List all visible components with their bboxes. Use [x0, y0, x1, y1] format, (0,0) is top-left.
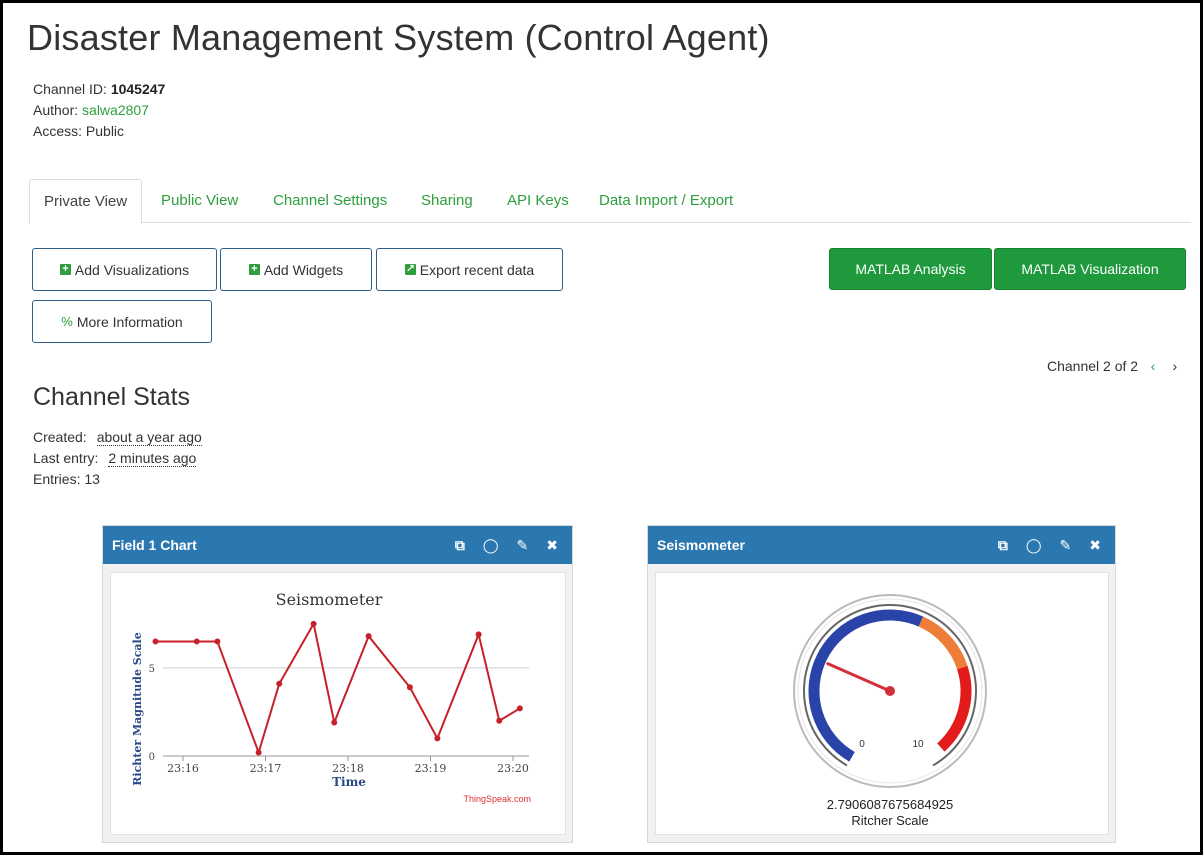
- seismometer-gauge-widget: Seismometer ⧉ ◯ ✎ ✖ 0 10 2.7906087675684…: [647, 525, 1116, 843]
- link-icon: %: [61, 314, 73, 329]
- author-link[interactable]: salwa2807: [82, 102, 149, 118]
- tab-sharing[interactable]: Sharing: [407, 179, 487, 223]
- tab-public-view[interactable]: Public View: [147, 179, 252, 223]
- close-icon[interactable]: ✖: [1089, 538, 1101, 552]
- field-chart-widget: Field 1 Chart ⧉ ◯ ✎ ✖ Seismometer Richte…: [102, 525, 573, 843]
- export-recent-data-button[interactable]: ↗ Export recent data: [376, 248, 563, 291]
- channel-stats-title: Channel Stats: [33, 383, 191, 411]
- seismometer-line-chart: Seismometer Richter Magnitude Scale Time…: [131, 590, 531, 804]
- chart-credit[interactable]: ThingSpeak.com: [463, 794, 531, 804]
- chart-y-tick-label: 5: [149, 664, 155, 675]
- gauge-value-text: 2.7906087675684925: [827, 797, 954, 812]
- entries-label: Entries:: [33, 471, 81, 487]
- created-label: Created:: [33, 429, 87, 445]
- matlab-visualization-button[interactable]: MATLAB Visualization: [994, 248, 1186, 290]
- chart-y-tick-label: 0: [149, 752, 155, 763]
- chart-point[interactable]: [365, 633, 372, 640]
- channel-pagination-text: Channel 2 of 2: [1047, 358, 1139, 374]
- last-entry-value: 2 minutes ago: [108, 450, 197, 467]
- chart-x-tick-label: 23:20: [497, 762, 529, 775]
- chart-point[interactable]: [255, 749, 262, 756]
- chart-point[interactable]: [276, 680, 283, 687]
- chart-x-tick-label: 23:18: [332, 762, 364, 775]
- plus-square-icon: +: [59, 264, 71, 275]
- gauge-unit-text: Ritcher Scale: [851, 813, 928, 828]
- add-widgets-button[interactable]: + Add Widgets: [220, 248, 372, 291]
- channel-id-value: 1045247: [110, 81, 166, 97]
- chart-y-axis-label: Richter Magnitude Scale: [131, 632, 144, 785]
- chevron-left-icon[interactable]: ‹: [1146, 358, 1160, 374]
- gauge-max-label: 10: [912, 739, 924, 750]
- pencil-icon[interactable]: ✎: [1060, 538, 1072, 552]
- add-visualizations-button[interactable]: + Add Visualizations: [32, 248, 217, 291]
- channel-tabs: Private View Public View Channel Setting…: [29, 179, 1191, 224]
- chart-point[interactable]: [331, 719, 338, 726]
- chart-point[interactable]: [193, 638, 200, 645]
- chart-x-tick-label: 23:19: [415, 762, 447, 775]
- chart-point[interactable]: [406, 684, 413, 691]
- widget-header: Field 1 Chart ⧉ ◯ ✎ ✖: [103, 526, 572, 564]
- chart-series-line: [155, 621, 521, 756]
- tab-data-import-export[interactable]: Data Import / Export: [585, 179, 747, 223]
- entries-value: 13: [84, 471, 100, 487]
- chart-point[interactable]: [214, 638, 221, 645]
- gauge-min-label: 0: [859, 739, 865, 750]
- external-link-icon[interactable]: ⧉: [998, 538, 1008, 552]
- chart-point[interactable]: [152, 638, 159, 645]
- channel-pagination: Channel 2 of 2 ‹ ›: [1047, 358, 1182, 374]
- chart-x-tick-label: 23:17: [250, 762, 282, 775]
- export-icon: ↗: [404, 263, 416, 275]
- pencil-icon[interactable]: ✎: [517, 538, 529, 552]
- chevron-right-icon[interactable]: ›: [1168, 358, 1182, 374]
- widget-title: Field 1 Chart: [112, 537, 197, 553]
- channel-meta: Channel ID: 1045247 Author: salwa2807 Ac…: [33, 79, 165, 142]
- comment-icon[interactable]: ◯: [483, 538, 499, 552]
- matlab-analysis-button[interactable]: MATLAB Analysis: [829, 248, 992, 290]
- page-title: Disaster Management System (Control Agen…: [27, 17, 770, 58]
- chart-title: Seismometer: [276, 590, 383, 609]
- gauge-area: 0 10 2.7906087675684925 Ritcher Scale: [655, 572, 1109, 835]
- chart-point[interactable]: [434, 735, 441, 742]
- access-label: Access:: [33, 123, 83, 139]
- chart-point[interactable]: [475, 631, 482, 638]
- chart-area: Seismometer Richter Magnitude Scale Time…: [110, 572, 566, 835]
- add-visualizations-label: Add Visualizations: [74, 261, 190, 278]
- chart-point[interactable]: [310, 620, 317, 627]
- more-information-label: More Information: [76, 313, 183, 330]
- add-widgets-label: Add Widgets: [263, 261, 344, 278]
- widget-header: Seismometer ⧉ ◯ ✎ ✖: [648, 526, 1115, 564]
- created-value: about a year ago: [96, 429, 202, 446]
- author-label: Author:: [33, 102, 79, 118]
- tab-private-view[interactable]: Private View: [29, 179, 143, 224]
- gauge-hub: [885, 686, 895, 696]
- tab-channel-settings[interactable]: Channel Settings: [259, 179, 401, 223]
- chart-point[interactable]: [496, 717, 503, 724]
- close-icon[interactable]: ✖: [546, 538, 558, 552]
- chart-x-axis-label: Time: [332, 775, 366, 789]
- chart-point[interactable]: [516, 705, 523, 712]
- widget-title: Seismometer: [657, 537, 745, 553]
- comment-icon[interactable]: ◯: [1026, 538, 1042, 552]
- seismometer-gauge: 0 10 2.7906087675684925 Ritcher Scale: [793, 594, 987, 828]
- tab-api-keys[interactable]: API Keys: [493, 179, 583, 223]
- channel-stats: Created: about a year ago Last entry: 2 mi…: [33, 427, 202, 490]
- last-entry-label: Last entry:: [33, 450, 99, 466]
- more-information-button[interactable]: % More Information: [32, 300, 212, 343]
- access-value: Public: [85, 123, 125, 139]
- external-link-icon[interactable]: ⧉: [455, 538, 465, 552]
- chart-x-tick-label: 23:16: [167, 762, 199, 775]
- export-recent-data-label: Export recent data: [419, 261, 535, 278]
- plus-square-icon: +: [248, 264, 260, 275]
- channel-id-label: Channel ID:: [33, 81, 107, 97]
